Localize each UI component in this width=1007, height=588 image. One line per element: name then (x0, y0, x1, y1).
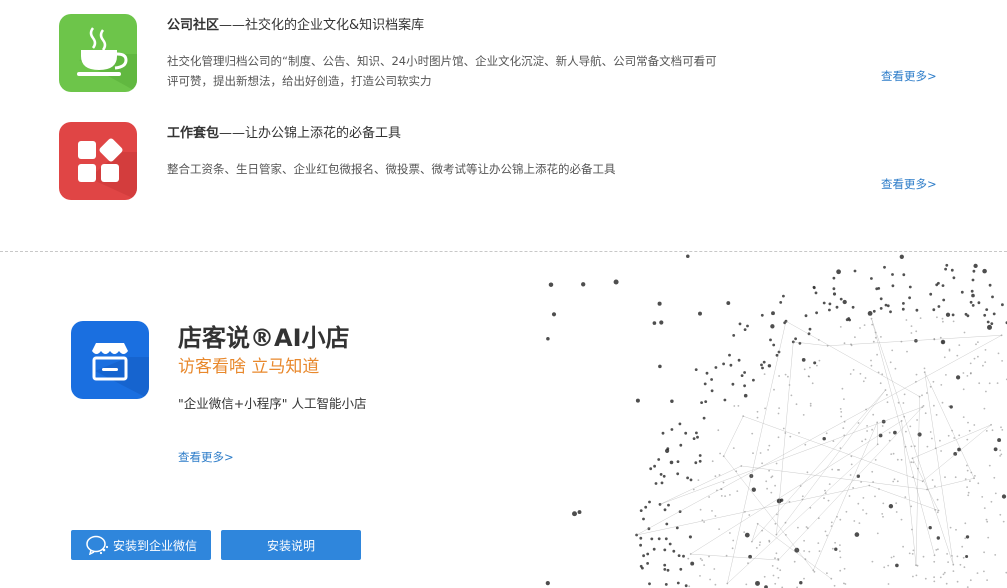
feature-title: 工作套包——让办公锦上添花的必备工具 (167, 126, 402, 141)
product-description: "企业微信+小程序" 人工智能小店 (178, 396, 367, 411)
feature-work-kit: 工作套包——让办公锦上添花的必备工具 整合工资条、生日管家、企业红包微报名、微投… (0, 122, 1007, 232)
feature-description: 整合工资条、生日管家、企业红包微报名、微投票、微考试等让办公锦上添花的必备工具 (167, 162, 616, 176)
product-slogan: 访客看啥 立马知道 (178, 357, 320, 377)
feature-title: 公司社区——社交化的企业文化&知识档案库 (167, 18, 425, 33)
install-button-label: 安装到企业微信 (112, 538, 197, 553)
feature-description: 社交化管理归档公司的“制度、公告、知识、24小时图片馆、企业文化沉淀、新人导航、… (167, 54, 717, 88)
guide-button-label: 安装说明 (266, 538, 315, 553)
product-view-more-link[interactable]: 查看更多> (178, 449, 234, 465)
apps-grid-icon[interactable] (59, 122, 137, 200)
wework-icon (86, 535, 109, 555)
coffee-cup-icon[interactable] (59, 14, 137, 92)
install-to-wework-button[interactable]: 安装到企业微信 (71, 530, 211, 560)
globe-decoration (545, 254, 1007, 588)
storefront-icon[interactable] (71, 321, 149, 399)
install-guide-button[interactable]: 安装说明 (221, 530, 361, 560)
view-more-link[interactable]: 查看更多> (881, 68, 937, 84)
product-title: 店客说®AI小店 (178, 324, 350, 352)
view-more-link[interactable]: 查看更多> (881, 176, 937, 192)
feature-company-community: 公司社区——社交化的企业文化&知识档案库 社交化管理归档公司的“制度、公告、知识… (0, 14, 1007, 124)
